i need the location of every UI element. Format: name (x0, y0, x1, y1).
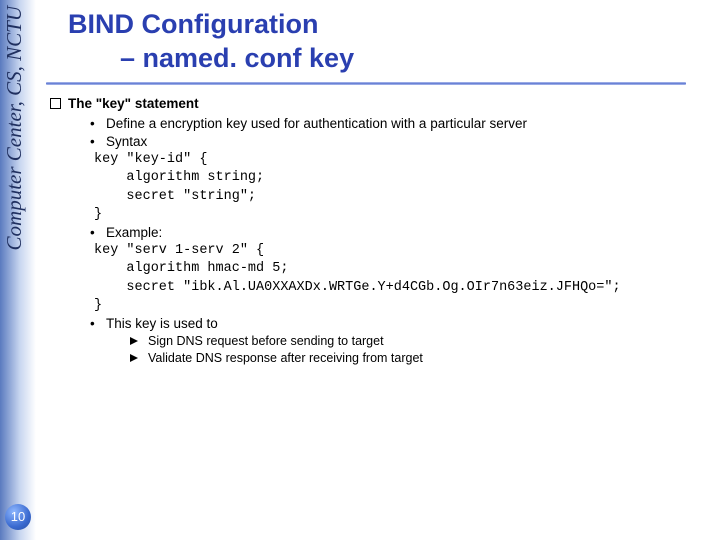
bullet-list: This key is used to (50, 315, 712, 333)
slide-content: BIND Configuration – named. conf key The… (46, 0, 712, 540)
bullet-item: This key is used to (90, 315, 712, 333)
bullet-item: Syntax (90, 133, 712, 151)
sub-bullet-item: Sign DNS request before sending to targe… (130, 333, 712, 350)
bullet-item: Example: (90, 224, 712, 242)
sidebar-gradient: Computer Center, CS, NCTU 10 (0, 0, 36, 540)
code-syntax-line: } (50, 206, 712, 224)
bullet-list: Define a encryption key used for authent… (50, 115, 712, 151)
section-heading: The "key" statement (50, 95, 712, 113)
code-syntax-line: key "key-id" { (50, 151, 712, 169)
bullet-list: Example: (50, 224, 712, 242)
body-text: The "key" statement Define a encryption … (46, 95, 712, 368)
code-syntax-line: algorithm string; (50, 169, 712, 187)
sub-bullet-item: Validate DNS response after receiving fr… (130, 350, 712, 367)
page-number-badge: 10 (5, 504, 31, 530)
checkbox-bullet-icon (50, 98, 61, 109)
title-line-1: BIND Configuration (68, 8, 702, 42)
code-example-line: algorithm hmac-md 5; (50, 260, 712, 278)
title-underline (46, 82, 686, 85)
slide-title: BIND Configuration – named. conf key (46, 0, 712, 78)
sidebar-org-label: Computer Center, CS, NCTU (2, 6, 27, 250)
code-example-line: } (50, 297, 712, 315)
bullet-item: Define a encryption key used for authent… (90, 115, 712, 133)
sub-bullet-list: Sign DNS request before sending to targe… (50, 333, 712, 367)
title-line-2: – named. conf key (68, 42, 702, 76)
code-example-line: key "serv 1-serv 2" { (50, 242, 712, 260)
code-syntax-line: secret "string"; (50, 188, 712, 206)
section-heading-text: The "key" statement (68, 96, 199, 111)
code-example-line: secret "ibk.Al.UA0XXAXDx.WRTGe.Y+d4CGb.O… (50, 279, 712, 297)
